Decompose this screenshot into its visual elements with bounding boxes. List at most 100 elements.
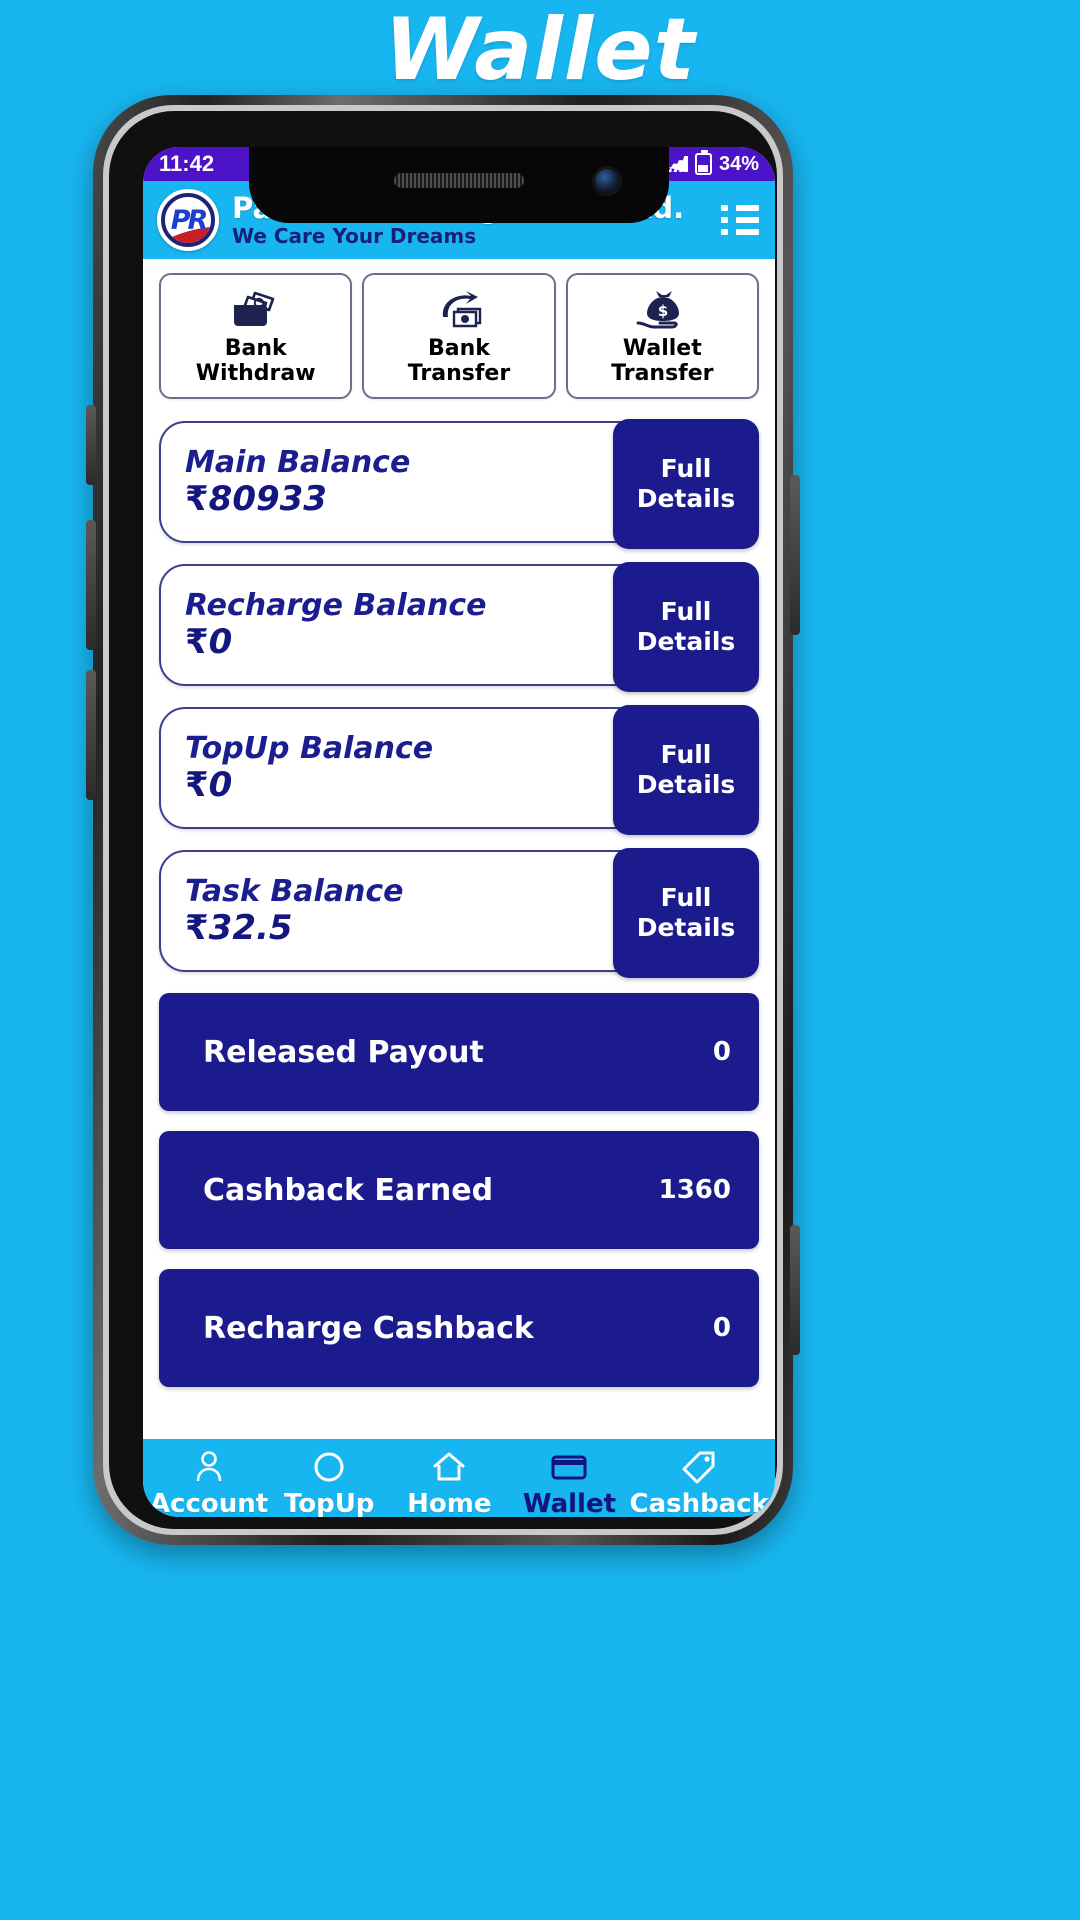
balance-card-main: Main Balance ₹80933 Full Details	[159, 419, 759, 549]
details-line1: Full	[660, 740, 712, 769]
balance-title: Main Balance	[185, 444, 411, 480]
rupee-symbol: ₹	[185, 907, 209, 948]
quick-action-bank-withdraw[interactable]: Bank Withdraw	[159, 273, 353, 399]
card-icon	[550, 1448, 588, 1486]
stat-label: Cashback Earned	[203, 1172, 494, 1208]
phone-bezel: 11:42 34% PR We Care Your Dreams Bank Wi…	[103, 105, 783, 1535]
money-arrow-icon	[431, 285, 487, 331]
menu-dot	[721, 216, 728, 223]
balance-text-block: Task Balance ₹32.5	[185, 875, 404, 947]
rupee-symbol: ₹	[185, 764, 209, 805]
balance-value: 80933	[208, 478, 327, 519]
balance-value: 32.5	[208, 907, 293, 948]
menu-dot	[721, 204, 728, 211]
balance-value: 0	[208, 621, 233, 662]
nav-label: TopUp	[283, 1488, 375, 1518]
app-logo: PR	[157, 189, 219, 251]
rupee-symbol: ₹	[185, 478, 209, 519]
phone-notch	[249, 147, 669, 223]
details-line1: Full	[660, 454, 712, 483]
nav-item-topup[interactable]: TopUp	[269, 1448, 389, 1518]
stat-cashback-earned[interactable]: Cashback Earned 1360	[159, 1131, 759, 1249]
full-details-button[interactable]: Full Details	[613, 848, 759, 978]
svg-text:$: $	[658, 302, 668, 320]
stat-label: Released Payout	[203, 1034, 484, 1070]
menu-line	[736, 216, 759, 223]
details-line2: Details	[636, 627, 736, 656]
balance-amount: ₹32.5	[185, 907, 404, 948]
stat-value: 0	[712, 1037, 731, 1067]
money-bag-hand-icon: $	[634, 285, 690, 331]
balance-card-list: Main Balance ₹80933 Full Details Recharg…	[159, 419, 759, 978]
balance-title: TopUp Balance	[185, 730, 434, 766]
details-line1: Full	[660, 883, 712, 912]
balance-amount: ₹0	[185, 621, 487, 662]
full-details-button[interactable]: Full Details	[613, 705, 759, 835]
phone-inner-bezel: 11:42 34% PR We Care Your Dreams Bank Wi…	[109, 111, 777, 1529]
tag-icon	[682, 1448, 716, 1486]
nav-item-account[interactable]: Account	[149, 1448, 269, 1518]
balance-amount: ₹0	[185, 764, 433, 805]
stat-released-payout[interactable]: Released Payout 0	[159, 993, 759, 1111]
quick-actions-row: Bank Withdraw Bank Transfer $ Wallet Tra…	[159, 273, 759, 399]
phone-screen: 11:42 34% PR We Care Your Dreams Bank Wi…	[143, 147, 775, 1517]
volume-down-button[interactable]	[86, 520, 96, 650]
page-title: Wallet	[384, 0, 696, 100]
balance-title: Recharge Balance	[185, 587, 487, 623]
menu-line	[736, 204, 759, 211]
balance-amount: ₹80933	[185, 478, 410, 519]
details-line2: Details	[636, 770, 736, 799]
stat-value: 1360	[658, 1175, 731, 1205]
stat-recharge-cashback[interactable]: Recharge Cashback 0	[159, 1269, 759, 1387]
balance-text-block: Recharge Balance ₹0	[185, 589, 487, 661]
status-indicators: 34%	[667, 150, 759, 176]
front-camera-icon	[595, 169, 619, 193]
menu-dot	[721, 229, 728, 236]
person-icon	[193, 1448, 225, 1486]
quick-action-wallet-transfer[interactable]: $ Wallet Transfer	[565, 273, 759, 399]
full-details-button[interactable]: Full Details	[613, 419, 759, 549]
balance-card-recharge: Recharge Balance ₹0 Full Details	[159, 562, 759, 692]
bottom-navigation: Account TopUp Home Wallet Cashback	[143, 1439, 775, 1517]
quick-action-label: Wallet Transfer	[611, 336, 714, 386]
details-line1: Full	[660, 597, 712, 626]
assistant-button[interactable]	[790, 1225, 800, 1355]
list-menu-icon[interactable]	[721, 204, 759, 236]
stats-list: Released Payout 0 Cashback Earned 1360 R…	[159, 993, 759, 1387]
balance-card-topup: TopUp Balance ₹0 Full Details	[159, 705, 759, 835]
volume-up-button[interactable]	[86, 405, 96, 485]
balance-title: Task Balance	[185, 873, 404, 909]
rupee-symbol: ₹	[185, 621, 209, 662]
nav-item-home[interactable]: Home	[389, 1448, 509, 1518]
nav-item-wallet[interactable]: Wallet	[509, 1448, 629, 1518]
logo-ring: PR	[161, 193, 215, 247]
battery-icon	[694, 150, 712, 175]
nav-label: Home	[407, 1488, 492, 1518]
home-icon	[431, 1448, 467, 1486]
balance-value: 0	[208, 764, 233, 805]
details-line2: Details	[636, 484, 736, 513]
menu-line	[736, 229, 759, 236]
status-time: 11:42	[159, 151, 215, 176]
full-details-button[interactable]: Full Details	[613, 562, 759, 692]
stat-label: Recharge Cashback	[203, 1310, 534, 1346]
nav-label: Wallet	[522, 1488, 617, 1518]
app-content: Bank Withdraw Bank Transfer $ Wallet Tra…	[143, 259, 775, 1439]
logo-initials: PR	[170, 204, 209, 236]
nav-item-cashback[interactable]: Cashback	[629, 1448, 769, 1518]
quick-action-bank-transfer[interactable]: Bank Transfer	[362, 273, 556, 399]
power-button[interactable]	[790, 475, 800, 635]
silent-switch-button[interactable]	[86, 670, 96, 800]
nav-label: Cashback	[629, 1488, 769, 1518]
brand-tagline: We Care Your Dreams	[232, 223, 477, 248]
balance-card-task: Task Balance ₹32.5 Full Details	[159, 848, 759, 978]
circle-icon	[312, 1448, 346, 1486]
wallet-cards-icon	[228, 285, 284, 331]
balance-text-block: TopUp Balance ₹0	[185, 732, 433, 804]
stat-value: 0	[712, 1313, 731, 1343]
details-line2: Details	[636, 913, 736, 942]
phone-frame: 11:42 34% PR We Care Your Dreams Bank Wi…	[86, 95, 800, 1545]
balance-text-block: Main Balance ₹80933	[185, 446, 410, 518]
nav-label: Account	[149, 1488, 269, 1518]
signal-icon	[667, 156, 688, 172]
